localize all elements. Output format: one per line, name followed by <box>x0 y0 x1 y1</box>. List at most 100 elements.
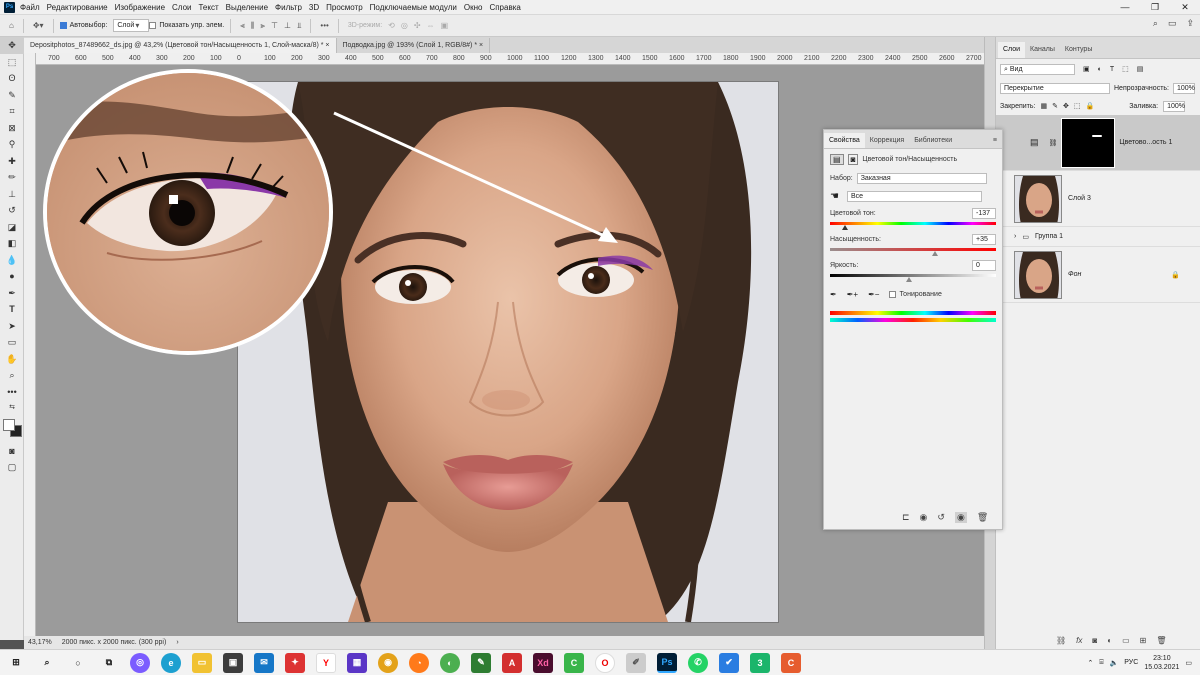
menu-item-filter[interactable]: Фильтр <box>275 3 302 12</box>
filter-adjust-icon[interactable]: ◐ <box>1098 66 1102 73</box>
pen-app-icon[interactable]: ✐ <box>626 652 646 673</box>
align-center-icon[interactable]: ⫼ <box>251 21 255 31</box>
menu-item-type[interactable]: Текст <box>198 3 218 12</box>
lasso-tool-icon[interactable]: ʘ <box>0 70 24 87</box>
link-layers-icon[interactable]: ⛓ <box>1056 636 1066 645</box>
whatsapp-web-icon[interactable]: ◐ <box>440 652 460 673</box>
cortana-icon[interactable]: ○ <box>68 653 88 673</box>
align-right-icon[interactable]: ⫸ <box>260 21 265 31</box>
tab-adjustments[interactable]: Коррекция <box>865 133 909 148</box>
menu-item-window[interactable]: Окно <box>464 3 483 12</box>
opera-icon[interactable]: O <box>595 652 615 673</box>
language-indicator[interactable]: РУС <box>1124 659 1138 666</box>
alice-icon[interactable]: ◎ <box>130 652 150 673</box>
screen-mode-icon[interactable]: ▢ <box>0 459 24 476</box>
store-icon[interactable]: ▣ <box>223 652 243 673</box>
quick-mask-icon[interactable]: ◙ <box>0 443 24 460</box>
view-previous-icon[interactable]: ◉ <box>920 512 928 523</box>
clock[interactable]: 23:10 15.03.2021 <box>1144 654 1179 672</box>
lock-image-icon[interactable]: ✎ <box>1052 102 1058 110</box>
quick-select-tool-icon[interactable]: ✎ <box>0 87 24 104</box>
dodge-tool-icon[interactable]: ● <box>0 268 24 285</box>
panel-menu-icon[interactable]: ≡ <box>988 133 1002 148</box>
new-layer-icon[interactable]: ⊞ <box>1140 636 1147 645</box>
acrobat-icon[interactable]: A <box>502 652 522 673</box>
hue-slider-thumb[interactable] <box>842 225 848 230</box>
lock-position-icon[interactable]: ✥ <box>1063 102 1069 110</box>
filter-smart-icon[interactable]: ▤ <box>1137 65 1144 73</box>
tab-channels[interactable]: Каналы <box>1025 42 1060 58</box>
firefox-icon[interactable]: ◔ <box>409 652 429 673</box>
layer-row-layer3[interactable]: Слой 3 <box>996 171 1200 227</box>
foreground-color-swatch[interactable] <box>3 418 15 431</box>
menu-item-view[interactable]: Просмотр <box>326 3 363 12</box>
layer-row-hue-saturation[interactable]: ▤ ⛓ Цветово...ость 1 <box>996 115 1200 171</box>
gradient-tool-icon[interactable]: ◧ <box>0 235 24 252</box>
layer-kind-filter[interactable]: ⌕ Вид <box>1000 63 1075 75</box>
hue-input[interactable]: -137 <box>972 208 996 219</box>
gift-icon[interactable]: ✦ <box>285 652 305 673</box>
lightness-slider-thumb[interactable] <box>906 277 912 282</box>
clip-to-layer-icon[interactable]: ⊏ <box>902 512 910 523</box>
search-icon[interactable]: ⌕ <box>37 653 57 673</box>
fill-input[interactable]: 100% <box>1163 100 1186 112</box>
history-brush-tool-icon[interactable]: ↺ <box>0 202 24 219</box>
camtasia-icon[interactable]: C <box>564 652 584 673</box>
move-tool-icon[interactable]: ✥▾ <box>33 21 44 30</box>
notepad-plus-icon[interactable]: ✎ <box>471 652 491 673</box>
mask-icon[interactable]: ◙ <box>847 154 859 165</box>
autoselect-select[interactable]: Слой <box>113 19 150 32</box>
colorize-option[interactable]: Тонирование <box>889 291 942 298</box>
volume-icon[interactable]: 🔈 <box>1110 659 1119 667</box>
lightness-slider-track[interactable] <box>830 274 996 277</box>
camtasia-recorder-icon[interactable]: C <box>781 652 801 673</box>
slide-3d-icon[interactable]: ⇔ <box>427 21 435 30</box>
menu-item-select[interactable]: Выделение <box>226 3 268 12</box>
preset-select[interactable]: Заказная <box>856 173 987 184</box>
zoom-tool-icon[interactable]: ⌕ <box>0 367 24 384</box>
type-tool-icon[interactable]: T <box>0 301 24 318</box>
shape-tool-icon[interactable]: ▭ <box>0 334 24 351</box>
menu-item-plugins[interactable]: Подключаемые модули <box>370 3 457 12</box>
frame-tool-icon[interactable]: ⊠ <box>0 120 24 137</box>
tab-paths[interactable]: Контуры <box>1060 42 1097 58</box>
saturation-slider-thumb[interactable] <box>932 251 938 256</box>
lock-transparent-icon[interactable]: ▦ <box>1040 102 1047 110</box>
orbit-3d-icon[interactable]: ⟲ <box>388 21 395 30</box>
saturation-slider-track[interactable] <box>830 248 996 251</box>
yandex-browser-icon[interactable]: Y <box>316 652 336 673</box>
crop-tool-icon[interactable]: ⌗ <box>0 103 24 120</box>
windows-start-icon[interactable]: ⊞ <box>6 653 26 673</box>
stamp-tool-icon[interactable]: ⊥ <box>0 186 24 203</box>
blend-mode-select[interactable]: Перекрытие <box>1000 82 1110 94</box>
new-group-icon[interactable]: ▭ <box>1122 636 1130 645</box>
menu-item-3d[interactable]: 3D <box>309 3 319 12</box>
more-tools-icon[interactable]: ••• <box>0 384 24 401</box>
minimize-icon[interactable]: — <box>1110 0 1140 15</box>
maximize-icon[interactable]: ❐ <box>1140 0 1170 15</box>
tab-libraries[interactable]: Библиотеки <box>909 133 957 148</box>
menu-item-help[interactable]: Справка <box>489 3 520 12</box>
filter-shape-icon[interactable]: ⬚ <box>1122 65 1129 73</box>
adobe-xd-icon[interactable]: Xd <box>533 652 553 673</box>
tab-podvodka[interactable]: Подводка.jpg @ 193% (Слой 1, RGB/8#) * × <box>337 38 491 53</box>
tab-layers[interactable]: Слои <box>998 42 1026 58</box>
camera-3d-icon[interactable]: ▣ <box>441 21 449 30</box>
healing-tool-icon[interactable]: ✚ <box>0 153 24 170</box>
menu-item-edit[interactable]: Редактирование <box>47 3 108 12</box>
opacity-input[interactable]: 100% <box>1173 82 1195 94</box>
lock-artboard-icon[interactable]: ⬚ <box>1074 102 1081 110</box>
reset-icon[interactable]: ↺ <box>937 512 945 523</box>
mail-icon[interactable]: ✉ <box>254 652 274 673</box>
chrome-icon[interactable]: ◉ <box>378 652 398 673</box>
marquee-tool-icon[interactable]: ⬚ <box>0 54 24 71</box>
color-swatches[interactable] <box>0 417 23 443</box>
share-icon[interactable]: ⇪ <box>1186 18 1194 29</box>
colorize-checkbox[interactable] <box>889 291 897 298</box>
chevron-right-icon[interactable]: › <box>176 639 178 646</box>
zoom-level[interactable]: 43,17% <box>28 639 52 646</box>
filter-pixel-icon[interactable]: ▣ <box>1083 65 1090 73</box>
close-icon[interactable]: × <box>479 42 483 49</box>
tab-properties[interactable]: Свойства <box>824 133 865 148</box>
calendar-app-icon[interactable]: ▦ <box>347 652 367 673</box>
